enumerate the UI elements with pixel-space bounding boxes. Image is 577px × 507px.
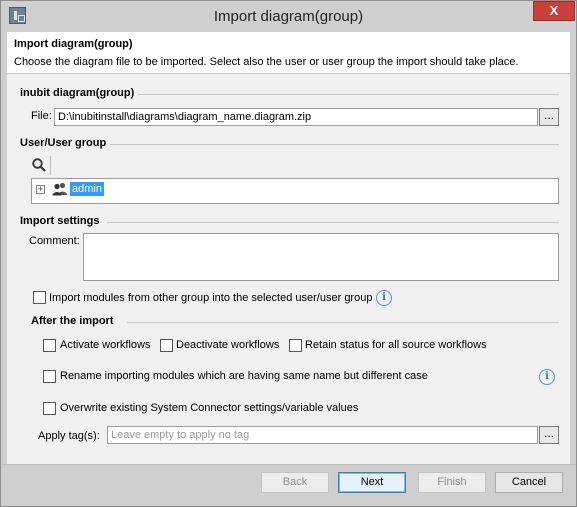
footer-divider	[1, 464, 576, 465]
retain-status-checkbox[interactable]	[289, 339, 302, 352]
search-icon[interactable]	[31, 157, 47, 173]
window-title: Import diagram(group)	[213, 8, 364, 25]
header-description: Choose the diagram file to be imported. …	[14, 56, 519, 68]
section-divider	[110, 144, 559, 145]
rename-modules-label: Rename importing modules which are havin…	[60, 370, 428, 382]
file-browse-button[interactable]: ...	[539, 108, 559, 126]
title-bar: Import diagram(group) X	[1, 1, 576, 32]
section-title-diagram: inubit diagram(group)	[20, 87, 139, 99]
section-title-user-group: User/User group	[20, 137, 111, 149]
dialog-body: Import diagram(group) Choose the diagram…	[7, 32, 570, 464]
cancel-button[interactable]: Cancel	[495, 472, 563, 493]
tree-item-admin[interactable]: admin	[70, 182, 104, 196]
import-diagram-window: Import diagram(group) X Import diagram(g…	[0, 0, 577, 507]
section-title-after-import: After the import	[31, 315, 118, 327]
finish-button[interactable]: Finish	[418, 472, 486, 493]
back-button[interactable]: Back	[261, 472, 329, 493]
users-icon	[52, 182, 67, 196]
file-label: File:	[31, 110, 52, 122]
section-title-import-settings: Import settings	[20, 215, 104, 227]
overwrite-settings-label: Overwrite existing System Connector sett…	[60, 402, 359, 414]
overwrite-settings-checkbox[interactable]	[43, 402, 56, 415]
comment-label: Comment:	[29, 235, 80, 247]
section-divider	[127, 322, 559, 323]
next-button[interactable]: Next	[338, 472, 406, 493]
apply-tags-input[interactable]	[107, 426, 538, 444]
section-divider	[127, 94, 559, 95]
user-group-tree[interactable]: + admin	[31, 178, 559, 204]
deactivate-workflows-checkbox[interactable]	[160, 339, 173, 352]
retain-status-label: Retain status for all source workflows	[305, 339, 487, 351]
toolbar-divider	[50, 156, 51, 175]
dialog-header: Import diagram(group) Choose the diagram…	[7, 32, 570, 74]
header-title: Import diagram(group)	[14, 38, 133, 50]
file-path-input[interactable]: D:\inubitinstall\diagrams\diagram_name.d…	[54, 108, 538, 126]
import-modules-label: Import modules from other group into the…	[49, 292, 373, 304]
section-divider	[107, 222, 559, 223]
activate-workflows-label: Activate workflows	[60, 339, 151, 351]
tags-browse-button[interactable]: ...	[539, 426, 559, 444]
tree-expand-icon[interactable]: +	[36, 185, 45, 194]
deactivate-workflows-label: Deactivate workflows	[176, 339, 280, 351]
import-modules-checkbox[interactable]	[33, 291, 46, 304]
info-icon[interactable]: i	[539, 369, 555, 385]
comment-textarea[interactable]	[83, 233, 559, 281]
activate-workflows-checkbox[interactable]	[43, 339, 56, 352]
close-button[interactable]: X	[533, 1, 575, 21]
info-icon[interactable]: i	[376, 290, 392, 306]
apply-tags-label: Apply tag(s):	[38, 430, 100, 442]
rename-modules-checkbox[interactable]	[43, 370, 56, 383]
